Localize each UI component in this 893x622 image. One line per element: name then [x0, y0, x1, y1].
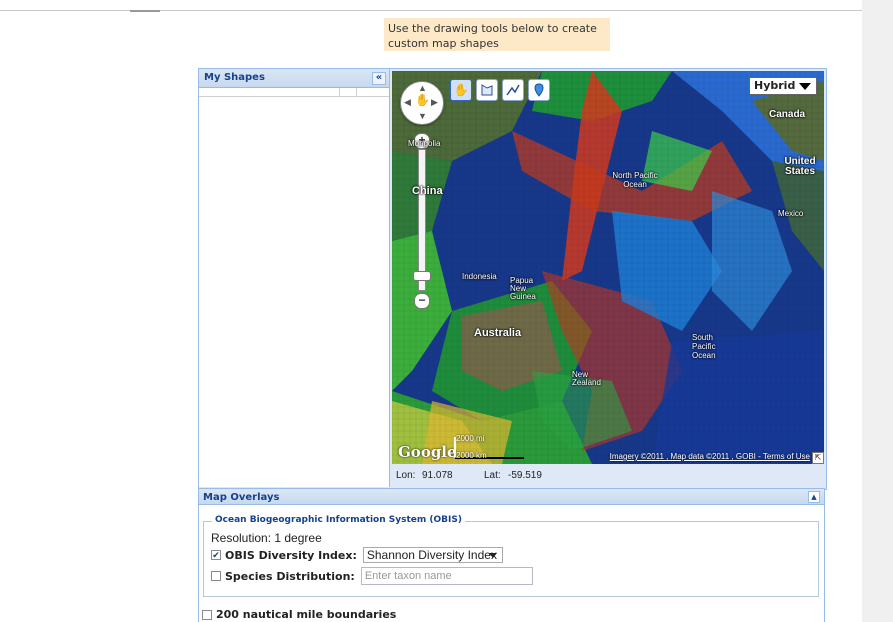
my-shapes-title: My Shapes [204, 72, 265, 83]
map-label-mexico: Mexico [778, 209, 804, 218]
overview-toggle-icon[interactable]: ⇱ [812, 452, 824, 464]
lat-label: Lat: [484, 470, 501, 481]
diversity-label: OBIS Diversity Index: [225, 548, 357, 562]
shapes-col-name[interactable] [199, 88, 340, 96]
pan-left-icon[interactable]: ◀ [404, 98, 411, 107]
obis-legend: Ocean Biogeographic Information System (… [212, 515, 465, 525]
instruction-tip: Use the drawing tools below to create cu… [384, 18, 610, 51]
boundaries-label: 200 nautical mile boundaries [216, 608, 397, 621]
species-row: Species Distribution: [211, 567, 533, 585]
lon-value: 91.078 [422, 470, 453, 481]
map-label-indonesia: Indonesia [462, 272, 497, 281]
collapse-overlays-icon[interactable]: ▲ [808, 491, 820, 503]
taxon-name-input[interactable] [360, 567, 533, 585]
map-frame: My Shapes « ▲ ◀ ▶ ▼ ✋ + − ✋ Hybrid Canad… [198, 68, 827, 490]
right-scrollbar-area [862, 0, 893, 622]
map-label-china: China [412, 185, 443, 197]
diversity-row: ✔ OBIS Diversity Index: Shannon Diversit… [211, 547, 503, 563]
google-logo[interactable]: Google [398, 443, 457, 461]
hand-icon[interactable]: ✋ [415, 94, 430, 106]
marker-tool-button[interactable] [528, 79, 550, 101]
polygon-icon [481, 84, 493, 96]
pan-control[interactable]: ▲ ◀ ▶ ▼ ✋ [400, 81, 444, 125]
scale-km: 2000 km [456, 451, 487, 460]
map-label-australia: Australia [474, 327, 522, 339]
diversity-heatmap [392, 71, 824, 464]
marker-icon [534, 83, 544, 97]
map-overlays-header[interactable]: Map Overlays ▲ [198, 488, 825, 505]
diversity-checkbox[interactable]: ✔ [211, 550, 221, 560]
species-label: Species Distribution: [225, 569, 355, 583]
map-label-south-pacific: South Pacific Ocean [692, 333, 716, 360]
boundaries-row: 200 nautical mile boundaries [202, 608, 396, 621]
map-type-select[interactable]: Hybrid [749, 77, 817, 95]
chevron-down-icon [799, 83, 811, 90]
map-type-label: Hybrid [754, 79, 796, 92]
species-checkbox[interactable] [211, 571, 221, 581]
zoom-out-button[interactable]: − [414, 293, 430, 309]
top-divider-tick [130, 10, 160, 12]
polygon-tool-button[interactable] [476, 79, 498, 101]
boundaries-checkbox[interactable] [202, 609, 212, 620]
map-attribution[interactable]: Imagery ©2011 , Map data ©2011 , GOBI - … [610, 452, 810, 461]
attribution-link[interactable]: Imagery ©2011 , Map data ©2011 , GOBI - … [610, 452, 810, 461]
zoom-slider-handle[interactable] [413, 271, 431, 281]
diversity-index-value: Shannon Diversity Index [366, 548, 497, 562]
polyline-tool-button[interactable] [502, 79, 524, 101]
my-shapes-header: My Shapes « [199, 69, 389, 88]
polyline-icon [506, 84, 520, 96]
map-label-mongolia: Mongolia [408, 139, 441, 148]
obis-resolution: Resolution: 1 degree [211, 531, 322, 545]
map-label-papua-new-guinea: Papua New Guinea [510, 276, 536, 301]
pan-up-icon[interactable]: ▲ [418, 84, 427, 93]
map-overlays-title: Map Overlays [203, 492, 280, 503]
zoom-slider-track[interactable] [418, 149, 426, 291]
collapse-panel-button[interactable]: « [372, 72, 386, 85]
map-label-united-states: United States [784, 156, 816, 177]
shapes-grid-header [199, 88, 389, 97]
lon-label: Lon: [396, 470, 416, 481]
pan-right-icon[interactable]: ▶ [431, 98, 438, 107]
pan-down-icon[interactable]: ▼ [418, 112, 427, 121]
hand-icon: ✋ [453, 83, 469, 97]
map-label-new-zealand: New Zealand [572, 370, 601, 387]
map-label-north-pacific: North Pacific Ocean [612, 171, 658, 189]
checkmark-icon: ✔ [212, 549, 220, 560]
pan-tool-button[interactable]: ✋ [450, 79, 472, 101]
diversity-index-select[interactable]: Shannon Diversity Index [362, 547, 503, 563]
shapes-col-a[interactable] [340, 88, 357, 96]
my-shapes-panel: My Shapes « [199, 69, 390, 487]
scale-miles: 2000 mi [456, 434, 485, 443]
coordinates-bar: Lon: 91.078 Lat: -59.519 [392, 466, 824, 486]
map-canvas[interactable]: ▲ ◀ ▶ ▼ ✋ + − ✋ Hybrid Canada United Sta… [392, 71, 824, 464]
lat-value: -59.519 [508, 470, 542, 481]
chevron-down-icon [488, 553, 497, 558]
map-label-canada: Canada [769, 109, 806, 120]
